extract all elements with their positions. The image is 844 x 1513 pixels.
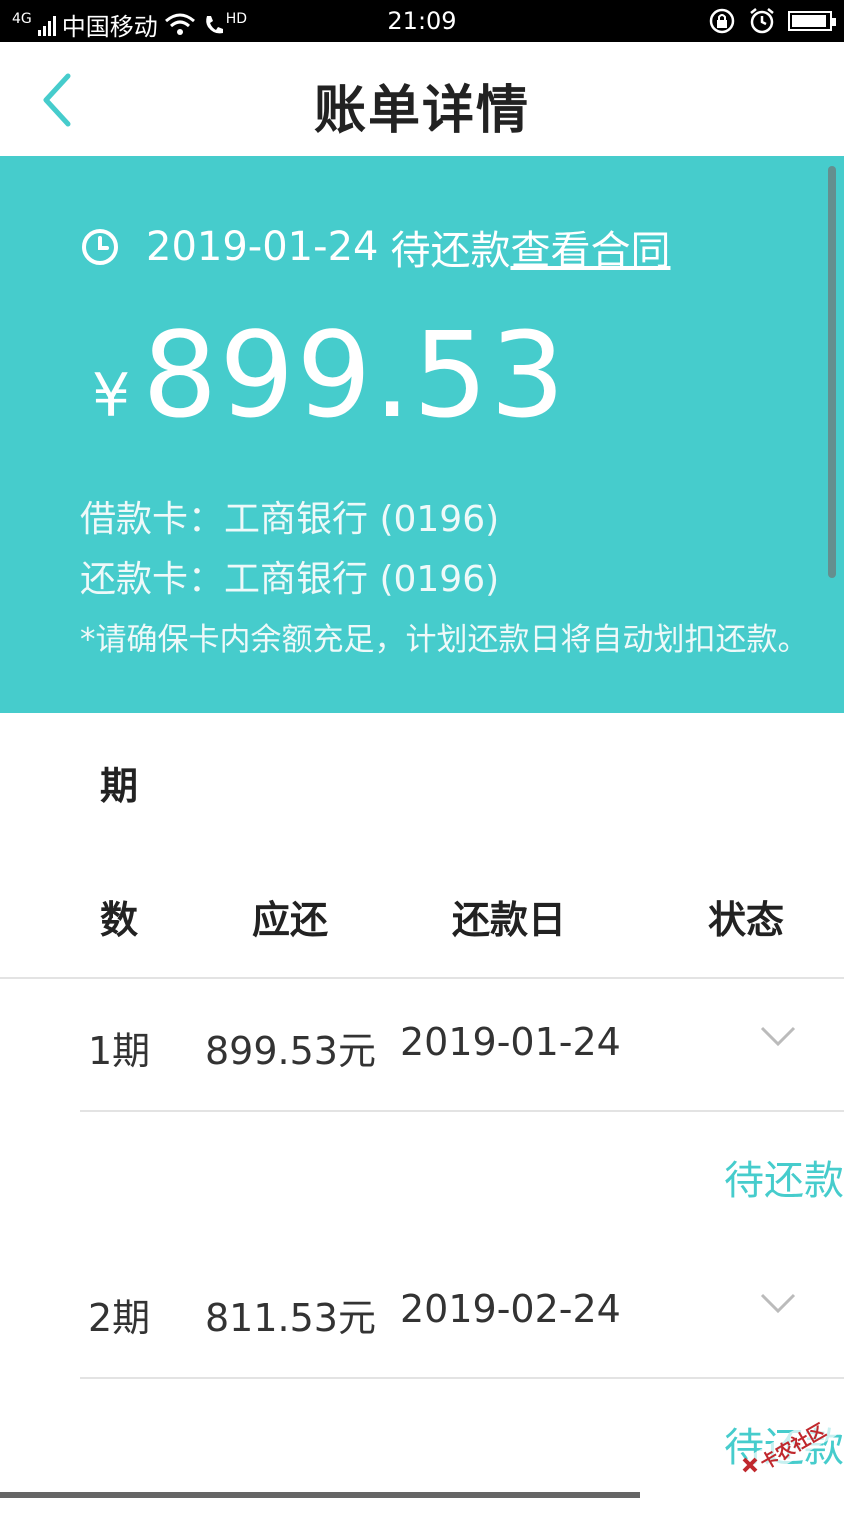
amount-row: ¥ 899.53 <box>92 306 567 444</box>
alarm-icon <box>750 8 774 34</box>
row-amount: 899.53元 <box>205 1029 376 1073</box>
status-bar: 4G 中国移动 HD 21:09 <box>0 0 844 42</box>
loan-card-info: 借款卡：工商银行 (0196) <box>80 499 500 540</box>
repay-card-info: 还款卡：工商银行 (0196) <box>80 559 500 600</box>
rotation-lock-icon <box>709 8 735 34</box>
chevron-down-icon[interactable] <box>760 1291 796 1315</box>
due-date: 2019-01-24 <box>146 224 379 270</box>
currency-symbol: ¥ <box>92 361 131 431</box>
col-status: 状态 <box>708 898 785 942</box>
table-header: 期 数 应还 还款日 状态 <box>0 713 844 979</box>
bill-amount: 899.53 <box>142 306 568 444</box>
nav-header: 账单详情 <box>0 42 844 156</box>
row-divider <box>80 1377 844 1379</box>
page-title: 账单详情 <box>313 81 530 141</box>
bill-summary-card: 2019-01-24 待还款 查看合同 ¥ 899.53 借款卡：工商银行 (0… <box>0 156 844 713</box>
battery-icon <box>788 11 836 31</box>
bottom-edge-bar <box>0 1492 640 1498</box>
scrollbar[interactable] <box>828 166 836 578</box>
row-date: 2019-01-24 <box>400 1020 621 1064</box>
row-period: 1期 <box>88 1029 151 1073</box>
status-right <box>708 7 836 35</box>
col-period-2: 数 <box>100 898 139 942</box>
row-period: 2期 <box>88 1296 151 1340</box>
due-status: 待还款 <box>390 228 511 274</box>
col-date: 还款日 <box>452 898 567 942</box>
col-period-1: 期 <box>100 764 139 808</box>
row-amount: 811.53元 <box>205 1296 376 1340</box>
row-divider <box>80 1110 844 1112</box>
due-row: 2019-01-24 待还款 查看合同 <box>80 218 670 276</box>
chevron-down-icon[interactable] <box>760 1024 796 1048</box>
table-row[interactable]: 1期 899.53元 2019-01-24 待还款 <box>0 980 844 1246</box>
clock-icon <box>82 229 118 265</box>
row-date: 2019-02-24 <box>400 1287 621 1331</box>
watermark-logo: 卡农社区 <box>742 1415 838 1475</box>
col-due: 应还 <box>252 898 329 942</box>
view-contract-link[interactable]: 查看合同 <box>510 218 670 276</box>
auto-debit-note: *请确保卡内余额充足，计划还款日将自动划扣还款。 <box>80 622 809 658</box>
row-status: 待还款 <box>724 1158 844 1204</box>
table-row[interactable]: 2期 811.53元 2019-02-24 待还款 <box>0 1247 844 1513</box>
